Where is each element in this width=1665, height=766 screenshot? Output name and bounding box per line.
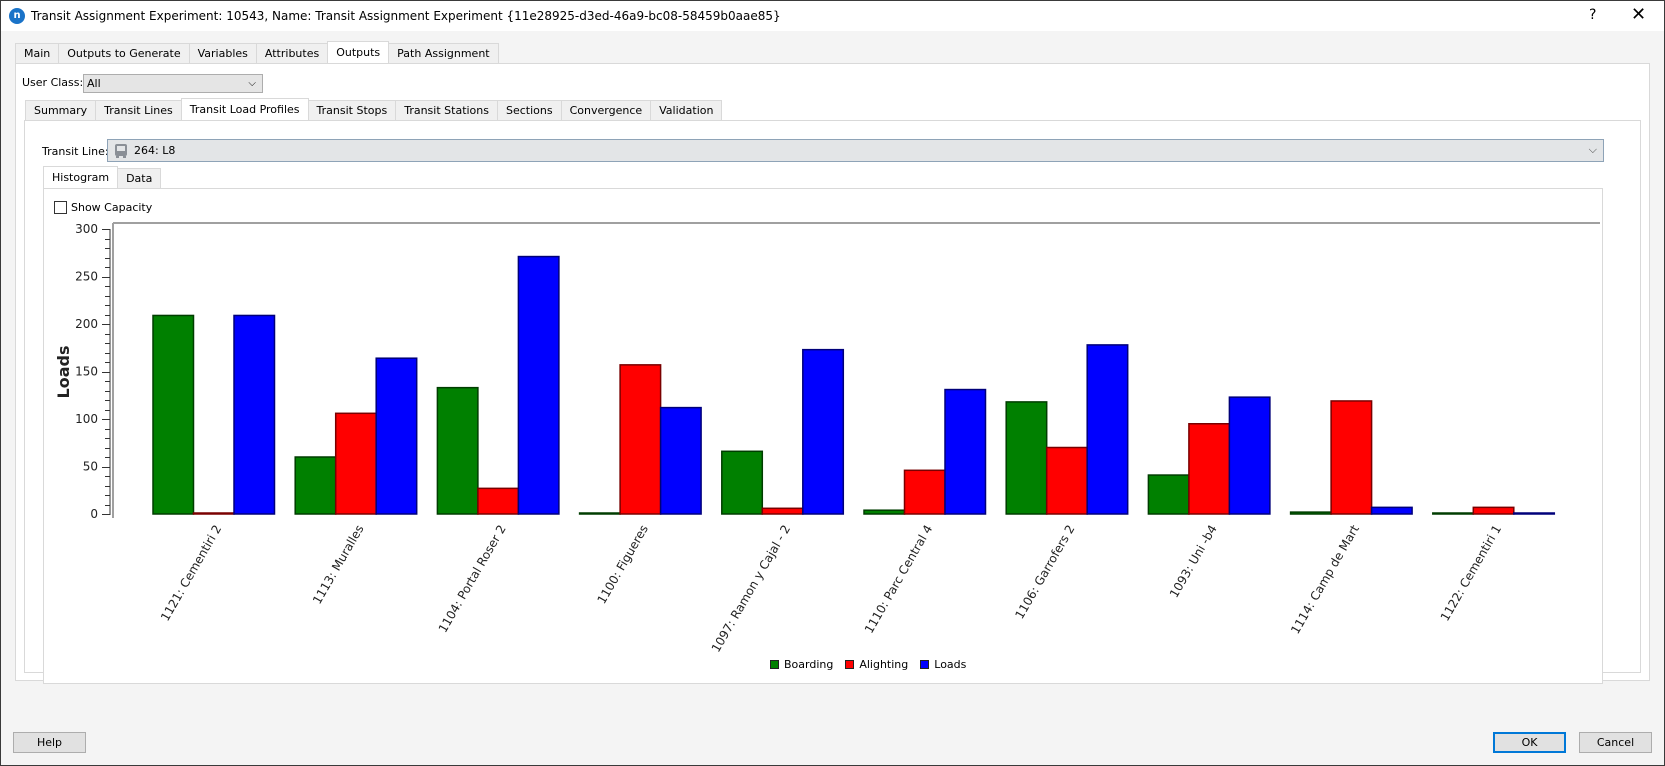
bar-loads-6: [944, 388, 987, 515]
outputs-sub-tab-bar: Summary Transit Lines Transit Load Profi…: [25, 98, 723, 120]
title-bar: n Transit Assignment Experiment: 10543, …: [1, 1, 1664, 31]
window-title: Transit Assignment Experiment: 10543, Na…: [31, 9, 781, 23]
chart-legend: Boarding Alighting Loads: [770, 658, 966, 671]
user-class-label: User Class:: [22, 76, 84, 89]
chevron-down-icon: ⌵: [248, 78, 256, 89]
bar-loads-9: [1370, 506, 1413, 515]
bar-alighting-7: [1045, 446, 1088, 515]
legend-alighting: Alighting: [845, 658, 908, 671]
user-class-value: All: [87, 77, 101, 90]
bar-alighting-1: [192, 512, 235, 515]
bar-boarding-8: [1147, 474, 1190, 515]
bar-loads-5: [802, 348, 845, 515]
tab-histogram[interactable]: Histogram: [43, 166, 119, 188]
legend-swatch-loads: [920, 660, 930, 669]
bar-loads-2: [375, 357, 418, 515]
legend-label-boarding: Boarding: [784, 658, 834, 671]
tab-validation[interactable]: Validation: [650, 100, 723, 120]
bus-icon: [115, 144, 127, 158]
bar-alighting-5: [761, 507, 804, 515]
bar-boarding-10: [1432, 512, 1475, 515]
bar-boarding-6: [863, 509, 906, 515]
user-class-dropdown[interactable]: All ⌵: [83, 74, 263, 93]
legend-label-loads: Loads: [934, 658, 967, 671]
legend-swatch-boarding: [770, 660, 779, 669]
tab-main[interactable]: Main: [15, 43, 60, 63]
transit-line-label: Transit Line:: [42, 145, 109, 158]
bar-alighting-4: [619, 364, 662, 515]
y-tick-label: 150: [75, 365, 98, 379]
main-tab-bar: Main Outputs to Generate Variables Attri…: [15, 41, 499, 63]
tab-outputs-to-generate[interactable]: Outputs to Generate: [58, 43, 190, 63]
tab-data[interactable]: Data: [117, 168, 162, 188]
y-tick-label: 200: [75, 317, 98, 331]
bar-boarding-9: [1289, 511, 1332, 515]
y-tick-label: 300: [75, 222, 98, 236]
tab-transit-stations[interactable]: Transit Stations: [395, 100, 498, 120]
y-tick-label: 100: [75, 412, 98, 426]
bar-alighting-2: [334, 412, 377, 515]
y-axis-label: Loads: [54, 346, 73, 399]
tab-variables[interactable]: Variables: [188, 43, 257, 63]
ok-button[interactable]: OK: [1493, 732, 1566, 753]
tab-sections[interactable]: Sections: [497, 100, 562, 120]
tab-path-assignment[interactable]: Path Assignment: [388, 43, 499, 63]
help-icon[interactable]: ?: [1589, 7, 1596, 23]
legend-label-alighting: Alighting: [859, 658, 909, 671]
legend-loads: Loads: [920, 658, 966, 671]
bar-alighting-6: [903, 469, 946, 515]
bar-boarding-1: [152, 314, 195, 515]
legend-boarding: Boarding: [770, 658, 833, 671]
help-button[interactable]: Help: [13, 732, 86, 753]
transit-line-value: 264: L8: [134, 144, 176, 157]
bar-alighting-9: [1330, 400, 1373, 515]
chevron-down-icon: ⌵: [1588, 143, 1597, 156]
bar-alighting-8: [1188, 423, 1231, 515]
bar-alighting-3: [477, 487, 520, 515]
bar-loads-10: [1513, 512, 1556, 515]
tab-convergence[interactable]: Convergence: [560, 100, 652, 120]
show-capacity-label: Show Capacity: [71, 201, 153, 214]
bar-boarding-4: [578, 512, 621, 515]
bar-boarding-5: [721, 450, 764, 515]
bar-loads-1: [233, 314, 276, 515]
y-tick-label: 0: [90, 507, 98, 521]
bar-loads-3: [517, 255, 560, 515]
close-icon[interactable]: ✕: [1631, 4, 1646, 25]
bar-boarding-3: [436, 386, 479, 515]
tab-summary[interactable]: Summary: [25, 100, 97, 120]
bar-loads-4: [659, 406, 702, 515]
show-capacity-checkbox[interactable]: [54, 201, 67, 214]
tab-transit-load-profiles[interactable]: Transit Load Profiles: [180, 98, 309, 120]
y-tick-label: 250: [75, 270, 98, 284]
view-tab-bar: Histogram Data: [43, 166, 162, 188]
tab-transit-stops[interactable]: Transit Stops: [307, 100, 397, 120]
bar-loads-7: [1086, 344, 1129, 515]
bar-loads-8: [1228, 396, 1271, 515]
app-logo-icon: n: [9, 8, 25, 24]
tab-transit-lines[interactable]: Transit Lines: [95, 100, 182, 120]
tab-attributes[interactable]: Attributes: [255, 43, 329, 63]
legend-swatch-alighting: [845, 660, 855, 669]
cancel-button[interactable]: Cancel: [1579, 732, 1652, 753]
tab-outputs[interactable]: Outputs: [327, 41, 390, 63]
y-tick-label: 50: [83, 460, 98, 474]
bar-alighting-10: [1472, 506, 1515, 515]
bar-boarding-7: [1005, 401, 1048, 515]
bar-boarding-2: [294, 456, 337, 515]
transit-line-dropdown[interactable]: 264: L8 ⌵: [107, 139, 1604, 162]
